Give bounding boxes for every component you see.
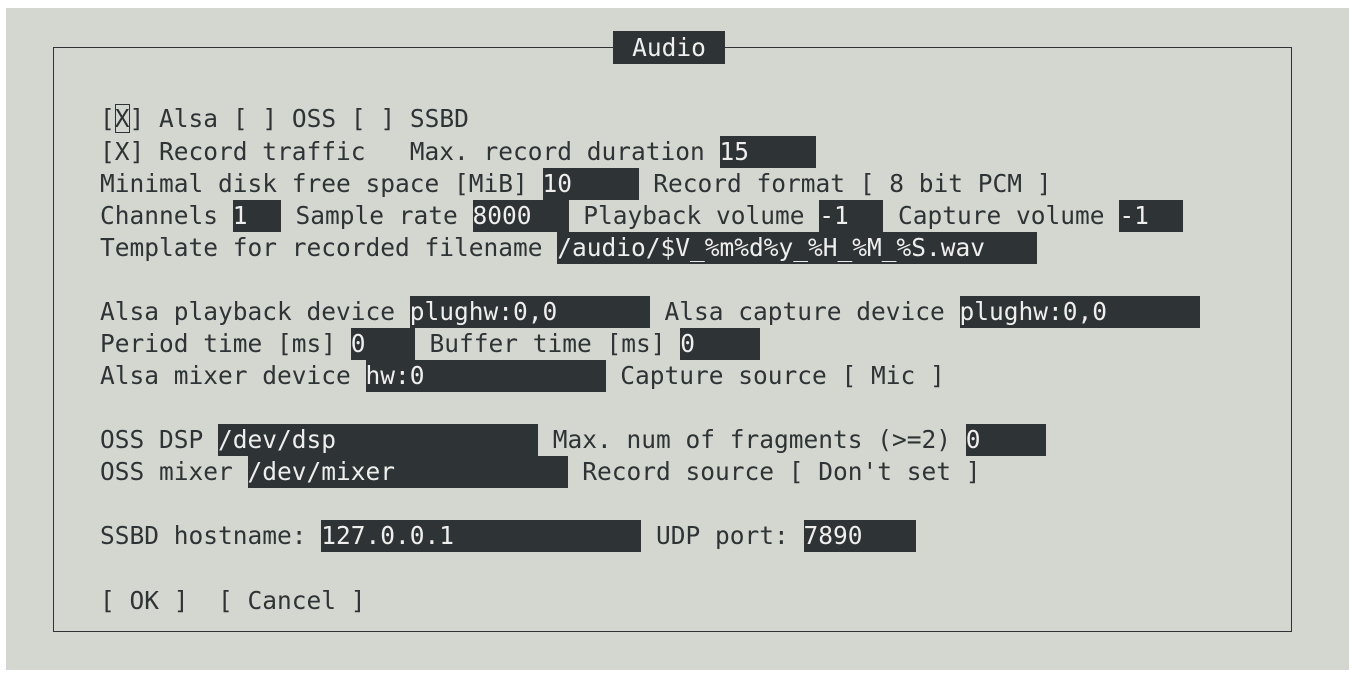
ssbd-hostname-label: SSBD hostname: <box>100 521 322 550</box>
ssbd-row: SSBD hostname: 127.0.0.1 UDP port: 7890 <box>100 520 916 552</box>
oss-mixer-input[interactable]: /dev/mixer <box>247 456 568 488</box>
alsa-mixer-input[interactable]: hw:0 <box>365 360 606 392</box>
playback-volume-input[interactable]: -1 <box>819 200 884 232</box>
alsa-playback-input[interactable]: plughw:0,0 <box>409 296 650 328</box>
alsa-bracket-open: [ <box>100 104 115 133</box>
alsa-capture-input[interactable]: plughw:0,0 <box>959 296 1200 328</box>
timing-row: Period time [ms] 0 Buffer time [ms] 0 <box>100 328 761 360</box>
alsa-label: Alsa <box>144 104 233 133</box>
button-spacer <box>189 586 219 615</box>
ssbd-label: SSBD <box>395 104 469 133</box>
filename-template-row: Template for recorded filename /audio/$V… <box>100 232 1038 264</box>
alsa-mixer-row: Alsa mixer device hw:0 Capture source [ … <box>100 360 945 392</box>
ssbd-hostname-input[interactable]: 127.0.0.1 <box>321 520 642 552</box>
fragments-input[interactable]: 0 <box>965 424 1046 456</box>
alsa-bracket-close: ] <box>129 104 145 133</box>
record-source-select[interactable]: [ Don't set ] <box>789 457 981 486</box>
oss-dsp-label: OSS DSP <box>100 425 219 454</box>
playback-volume-label: Playback volume <box>568 201 820 230</box>
record-format-label: Record format <box>638 169 860 198</box>
button-row: [ OK ] [ Cancel ] <box>100 585 366 617</box>
oss-label: OSS <box>277 104 351 133</box>
oss-dsp-input[interactable]: /dev/dsp <box>218 424 539 456</box>
period-time-label: Period time [ms] <box>100 329 351 358</box>
ok-button[interactable]: [ OK ] <box>100 586 189 615</box>
min-disk-input[interactable]: 10 <box>542 168 639 200</box>
fragments-label: Max. num of fragments (>=2) <box>538 425 966 454</box>
record-traffic-checkbox[interactable]: [X] Record traffic <box>100 137 366 166</box>
period-time-input[interactable]: 0 <box>350 328 415 360</box>
min-disk-label: Minimal disk free space [MiB] <box>100 169 543 198</box>
capture-source-label: Capture source <box>605 361 842 390</box>
audio-system-row: [X] Alsa [ ] OSS [ ] SSBD <box>100 103 469 135</box>
sample-rate-label: Sample rate <box>280 201 473 230</box>
oss-dsp-row: OSS DSP /dev/dsp Max. num of fragments (… <box>100 424 1046 456</box>
sample-rate-input[interactable]: 8000 <box>472 200 569 232</box>
alsa-devices-row: Alsa playback device plughw:0,0 Alsa cap… <box>100 296 1200 328</box>
alsa-capture-label: Alsa capture device <box>649 297 960 326</box>
oss-mixer-row: OSS mixer /dev/mixer Record source [ Don… <box>100 456 981 488</box>
max-duration-label: Max. record duration <box>365 137 720 166</box>
oss-checkbox[interactable]: [ ] <box>233 104 277 133</box>
channels-row: Channels 1 Sample rate 8000 Playback vol… <box>100 200 1184 232</box>
cancel-button[interactable]: [ Cancel ] <box>218 586 366 615</box>
ssbd-checkbox[interactable]: [ ] <box>351 104 395 133</box>
alsa-mixer-label: Alsa mixer device <box>100 361 366 390</box>
channels-input[interactable]: 1 <box>232 200 281 232</box>
record-row: [X] Record traffic Max. record duration … <box>100 136 816 168</box>
alsa-playback-label: Alsa playback device <box>100 297 410 326</box>
alsa-checkbox[interactable]: [X] <box>100 104 144 133</box>
capture-volume-label: Capture volume <box>883 201 1120 230</box>
udp-port-input[interactable]: 7890 <box>803 520 916 552</box>
max-duration-input[interactable]: 15 <box>719 136 816 168</box>
dialog-title: Audio <box>613 31 725 64</box>
channels-label: Channels <box>100 201 233 230</box>
alsa-check-mark: X <box>114 104 130 133</box>
oss-mixer-label: OSS mixer <box>100 457 248 486</box>
udp-port-label: UDP port: <box>641 521 804 550</box>
capture-volume-input[interactable]: -1 <box>1119 200 1184 232</box>
template-label: Template for recorded filename <box>100 233 558 262</box>
record-format-select[interactable]: [ 8 bit PCM ] <box>860 169 1052 198</box>
buffer-time-input[interactable]: 0 <box>680 328 761 360</box>
template-input[interactable]: /audio/$V_%m%d%y_%H_%M_%S.wav <box>557 232 1038 264</box>
record-source-label: Record source <box>567 457 789 486</box>
disk-format-row: Minimal disk free space [MiB] 10 Record … <box>100 168 1052 200</box>
buffer-time-label: Buffer time [ms] <box>414 329 681 358</box>
capture-source-select[interactable]: [ Mic ] <box>842 361 945 390</box>
